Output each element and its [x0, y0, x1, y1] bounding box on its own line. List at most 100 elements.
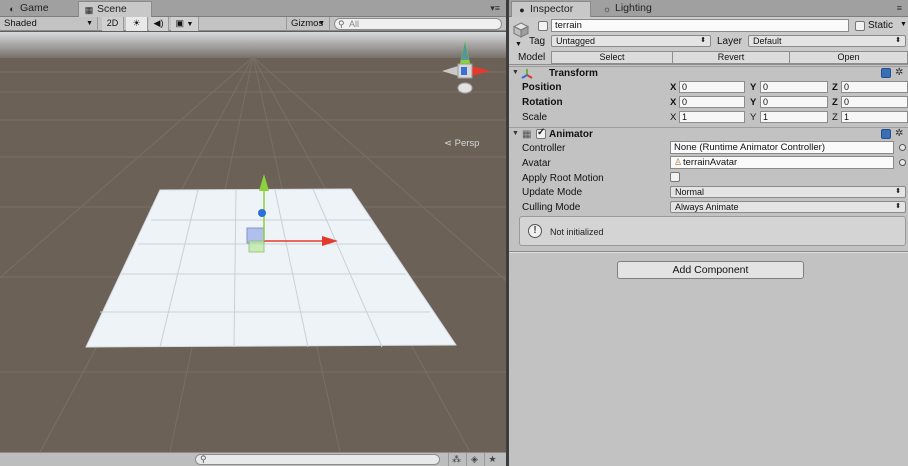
- animator-enabled-checkbox[interactable]: [536, 127, 546, 139]
- static-dropdown-arrow-icon[interactable]: ▼: [900, 21, 907, 28]
- scene-panel: ◐ Game ▦ Scene ▾≡ Shaded ▼ 2D ☀ ◀) ▣ ▼ G…: [0, 0, 506, 466]
- rotation-y-label[interactable]: Y: [750, 97, 756, 108]
- rotation-x-label[interactable]: X: [670, 97, 676, 108]
- object-picker-icon[interactable]: [899, 144, 906, 151]
- position-x-label[interactable]: X: [670, 82, 676, 93]
- shading-mode-dropdown[interactable]: Shaded ▼: [0, 17, 98, 31]
- rotation-x-field[interactable]: 0: [679, 96, 745, 108]
- bottom-panel-header: ⚲ ⁂ ◈ ★: [0, 452, 506, 466]
- tag-dropdown[interactable]: Untagged ⬍: [551, 35, 711, 47]
- y-axis-arrow[interactable]: [259, 174, 269, 191]
- speaker-icon: ◀): [153, 18, 164, 28]
- persp-icon: ⋖: [444, 138, 452, 149]
- tag-icon[interactable]: ◈: [466, 453, 482, 466]
- terrain-plane[interactable]: [85, 188, 457, 348]
- model-revert-button[interactable]: Revert: [672, 51, 790, 64]
- gear-icon[interactable]: ✲: [895, 67, 903, 78]
- tab-lighting[interactable]: ☼ Lighting: [597, 1, 667, 17]
- pacman-icon: ◐: [9, 4, 15, 14]
- update-mode-dropdown[interactable]: Normal ⬍: [670, 186, 906, 198]
- projection-label[interactable]: ⋖ Persp: [444, 138, 479, 149]
- scale-z-field[interactable]: 1: [841, 111, 908, 123]
- scene-search-input[interactable]: ⚲ All: [334, 18, 502, 30]
- gear-icon[interactable]: ✲: [895, 128, 903, 139]
- position-z-field[interactable]: 0: [841, 81, 908, 93]
- z-axis-handle[interactable]: [258, 209, 266, 217]
- animator-info-box: ! Not initialized: [519, 216, 906, 246]
- dropdown-arrow-icon: ⬍: [895, 203, 901, 210]
- favorite-star-icon[interactable]: ★: [484, 453, 500, 466]
- transform-icon: [521, 69, 533, 79]
- scene-tabbar: ◐ Game ▦ Scene ▾≡: [0, 0, 506, 17]
- apply-root-motion-checkbox[interactable]: [670, 172, 680, 182]
- image-icon: ▣: [175, 18, 185, 28]
- panel-menu-icon[interactable]: ▾≡: [490, 3, 500, 14]
- position-y-label[interactable]: Y: [750, 82, 756, 93]
- gizmo-x-cone[interactable]: [472, 66, 490, 76]
- apply-root-motion-label: Apply Root Motion: [522, 173, 604, 184]
- scale-x-field[interactable]: 1: [679, 111, 745, 123]
- static-label: Static: [868, 20, 894, 31]
- tab-scene[interactable]: ▦ Scene: [78, 1, 152, 17]
- 2d-toggle-button[interactable]: 2D: [102, 17, 124, 31]
- tab-inspector[interactable]: ● Inspector: [511, 1, 591, 17]
- xz-plane-handle[interactable]: [248, 240, 265, 253]
- audio-toggle-button[interactable]: ◀): [149, 17, 169, 31]
- layer-dropdown[interactable]: Default ⬍: [748, 35, 906, 47]
- layer-label: Layer: [717, 36, 743, 47]
- culling-mode-dropdown[interactable]: Always Animate ⬍: [670, 201, 906, 213]
- avatar-field[interactable]: ♙ terrainAvatar: [670, 156, 894, 169]
- position-x-field[interactable]: 0: [679, 81, 745, 93]
- lightbulb-icon: ☼: [602, 4, 612, 14]
- animator-icon: ▦: [522, 129, 532, 140]
- scale-y-label[interactable]: Y: [750, 112, 756, 123]
- bottom-search-input[interactable]: ⚲: [195, 454, 440, 465]
- controller-label: Controller: [522, 143, 566, 154]
- tab-game[interactable]: ◐ Game: [2, 1, 74, 17]
- sky-horizon: [0, 32, 506, 58]
- lighting-toggle-button[interactable]: ☀: [126, 17, 148, 31]
- add-component-button[interactable]: Add Component: [617, 261, 804, 279]
- gizmos-dropdown[interactable]: Gizmos ▼: [286, 17, 330, 31]
- avatar-label: Avatar: [522, 158, 551, 169]
- scale-y-field[interactable]: 1: [760, 111, 828, 123]
- panel-menu-icon[interactable]: ≡: [897, 3, 902, 13]
- active-checkbox[interactable]: [538, 21, 548, 31]
- object-picker-icon[interactable]: [899, 159, 906, 166]
- transform-header[interactable]: ▼ Transform ✲: [509, 66, 908, 80]
- object-name-field[interactable]: terrain: [551, 19, 849, 32]
- transform-title: Transform: [549, 68, 598, 79]
- avatar-person-icon: ♙: [674, 157, 683, 167]
- position-label: Position: [522, 82, 562, 93]
- controller-field[interactable]: None (Runtime Animator Controller): [670, 141, 894, 154]
- effects-dropdown[interactable]: ▣ ▼: [171, 17, 199, 31]
- dropdown-arrow-icon: ▼: [86, 20, 93, 27]
- rotation-y-field[interactable]: 0: [760, 96, 828, 108]
- model-select-button[interactable]: Select: [551, 51, 673, 64]
- dropdown-arrow-icon: ⬍: [895, 188, 901, 195]
- animator-header[interactable]: ▼ ▦ Animator ✲: [509, 127, 908, 141]
- foldout-arrow-icon[interactable]: ▼: [512, 130, 519, 137]
- animator-title: Animator: [549, 129, 593, 140]
- position-z-label[interactable]: Z: [832, 82, 838, 93]
- filter-by-type-icon[interactable]: ⁂: [448, 453, 464, 466]
- rotation-z-field[interactable]: 0: [841, 96, 908, 108]
- scale-z-label[interactable]: Z: [832, 112, 838, 123]
- position-y-field[interactable]: 0: [760, 81, 828, 93]
- inspector-panel: ● Inspector ☼ Lighting ≡ ▼ terrain Stati…: [509, 0, 908, 466]
- foldout-arrow-icon[interactable]: ▼: [512, 69, 519, 76]
- rotation-z-label[interactable]: Z: [832, 97, 838, 108]
- update-mode-label: Update Mode: [522, 187, 583, 198]
- sun-icon: ☀: [132, 18, 141, 28]
- model-open-button[interactable]: Open: [789, 51, 908, 64]
- scale-x-label[interactable]: X: [670, 112, 676, 123]
- gizmo-neg-x-cone[interactable]: [442, 66, 458, 76]
- gizmo-neg-y-cone[interactable]: [457, 82, 473, 94]
- icon-dropdown-arrow-icon[interactable]: ▼: [515, 41, 522, 48]
- help-book-icon[interactable]: [881, 68, 891, 78]
- static-checkbox[interactable]: [855, 21, 865, 31]
- gizmo-z-face: [461, 67, 467, 75]
- dropdown-arrow-icon: ▼: [186, 21, 194, 28]
- scene-viewport[interactable]: ⋖ Persp: [0, 32, 506, 452]
- help-book-icon[interactable]: [881, 129, 891, 139]
